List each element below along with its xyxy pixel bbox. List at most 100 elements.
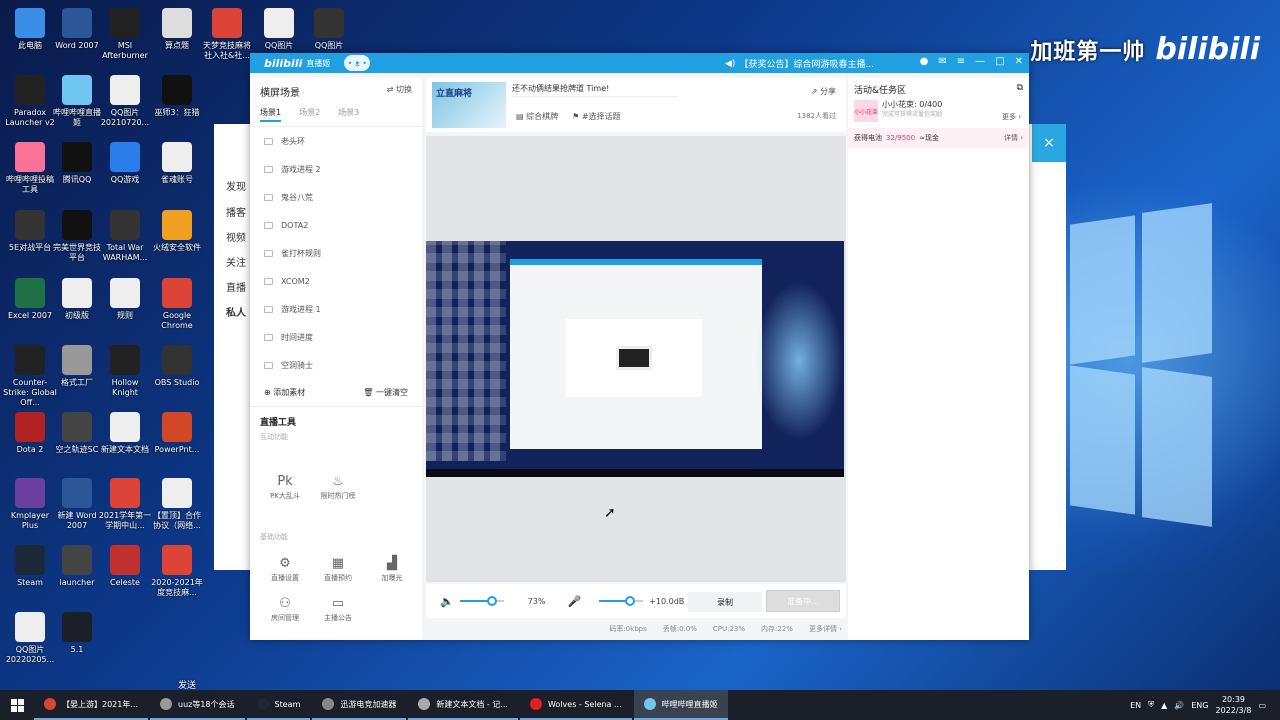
desktop-icon[interactable]: 新建文本文档 bbox=[98, 412, 152, 455]
volume-knob[interactable] bbox=[486, 596, 497, 606]
tab-scene-2[interactable]: 场景2 bbox=[299, 107, 320, 122]
desktop-icon[interactable]: 新建 Word 2007 bbox=[50, 478, 104, 531]
live-booking-button[interactable]: ▦ 直播预约 bbox=[313, 556, 363, 583]
taskbar-item[interactable]: 新建文本文档 - 记... bbox=[408, 690, 518, 720]
taskbar-item[interactable]: 哔哩哔哩直播姬 bbox=[633, 690, 728, 720]
ime-indicator[interactable]: EN bbox=[1130, 701, 1141, 710]
tab-scene-3[interactable]: 场景3 bbox=[338, 107, 359, 122]
desktop-icon[interactable]: 5.1 bbox=[50, 612, 104, 655]
switch-button[interactable]: ⇄ 切换 bbox=[387, 84, 412, 99]
desktop-icon[interactable]: Hollow Knight bbox=[98, 345, 152, 398]
scene-item[interactable]: DOTA2 bbox=[250, 211, 422, 239]
room-manage-button[interactable]: ⚇ 房间管理 bbox=[260, 596, 310, 623]
desktop-icon[interactable]: 巫师3：狂猎 bbox=[150, 75, 204, 118]
desktop-icon[interactable]: 天梦竞技麻将社入社&社... bbox=[200, 8, 254, 61]
notification-icon[interactable]: ▭ bbox=[1258, 701, 1266, 710]
desktop-icon[interactable]: QQ图片 20210720... bbox=[98, 75, 152, 128]
pk-button[interactable]: Pk PK大乱斗 bbox=[260, 474, 310, 501]
taskbar-item[interactable]: Steam bbox=[246, 690, 311, 720]
tab-scene-1[interactable]: 场景1 bbox=[260, 107, 282, 122]
desktop-icon[interactable]: Celeste bbox=[98, 545, 152, 588]
desktop-icon[interactable]: 腾讯QQ bbox=[50, 142, 104, 185]
desktop-icon[interactable]: QQ图片 20220205... bbox=[3, 612, 57, 665]
desktop-icon[interactable]: 算点题 bbox=[150, 8, 204, 51]
desktop-icon[interactable]: 2020-2021年度竞技麻... bbox=[150, 545, 204, 598]
desktop-icon[interactable]: 完美世界竞技平台 bbox=[50, 210, 104, 263]
task-item[interactable]: 小小花束 小小花束: 0/400 完成可获得流量包奖励 bbox=[854, 100, 1026, 126]
notice-button[interactable]: ▭ 主播公告 bbox=[313, 596, 363, 623]
desktop-icon[interactable]: 哔哩哔哩投稿工具 bbox=[3, 142, 57, 195]
expand-icon[interactable]: ⧉ bbox=[1017, 83, 1023, 96]
desktop-icon[interactable]: Total War WARHAM... bbox=[98, 210, 152, 263]
scene-item[interactable]: 时间进度 bbox=[250, 323, 422, 351]
room-title-input[interactable]: 还不动俩结果抢牌道 Time! bbox=[512, 83, 678, 97]
background-window-item[interactable]: 关注 bbox=[226, 254, 246, 269]
volume-slider[interactable] bbox=[459, 596, 504, 606]
category-button[interactable]: ▤ 综合棋牌 bbox=[516, 111, 558, 122]
live-settings-button[interactable]: ⚙ 直播设置 bbox=[260, 556, 310, 583]
hot-rank-button[interactable]: ♨ 限时热门榜 bbox=[313, 474, 363, 501]
room-cover[interactable]: 立直麻将 bbox=[432, 82, 506, 128]
desktop-icon[interactable]: Excel 2007 bbox=[3, 278, 57, 321]
desktop-icon[interactable]: 【置顶】合作协议（网络... bbox=[150, 478, 204, 531]
scene-item[interactable]: 游戏进程 2 bbox=[250, 155, 422, 183]
desktop-icon[interactable]: MSI Afterburner bbox=[98, 8, 152, 61]
mic-knob[interactable] bbox=[624, 596, 635, 606]
record-button[interactable]: 录制 bbox=[688, 592, 762, 612]
stream-preview[interactable] bbox=[426, 241, 844, 477]
speaker-icon[interactable]: 🔈 bbox=[440, 595, 454, 608]
desktop-icon[interactable]: 5E对战平台 bbox=[3, 210, 57, 253]
desktop-icon[interactable]: launcher bbox=[50, 545, 104, 588]
clear-all-button[interactable]: 🗑 一键清空 bbox=[363, 387, 408, 398]
menu-icon[interactable]: ≡ bbox=[957, 56, 965, 67]
desktop-icon[interactable]: Steam bbox=[3, 545, 57, 588]
scene-item[interactable]: 老头环 bbox=[250, 127, 422, 155]
more-link[interactable]: 更多 › bbox=[1002, 112, 1021, 122]
add-source-button[interactable]: ⊕ 添加素材 bbox=[264, 387, 305, 398]
desktop-icon[interactable]: 此电脑 bbox=[3, 8, 57, 51]
minimize-icon[interactable]: — bbox=[975, 56, 985, 67]
desktop-icon[interactable]: QQ图片 bbox=[302, 8, 356, 51]
clock[interactable]: 20:39 2022/3/8 bbox=[1216, 694, 1252, 716]
desktop-icon[interactable]: 哔哩哔哩直播姬 bbox=[50, 75, 104, 128]
close-icon[interactable]: ✕ bbox=[1015, 56, 1023, 67]
scene-item[interactable]: 鬼谷八荒 bbox=[250, 183, 422, 211]
background-window-item[interactable]: 发现 bbox=[226, 178, 246, 193]
desktop-icon[interactable]: QQ游戏 bbox=[98, 142, 152, 185]
taskbar-item[interactable]: 迅游电竞加速器 bbox=[312, 690, 407, 720]
network-icon[interactable]: ▲ bbox=[1161, 701, 1167, 710]
start-button[interactable] bbox=[0, 690, 34, 720]
desktop-icon[interactable]: 雀魂账号 bbox=[150, 142, 204, 185]
background-window-item[interactable]: 私人 bbox=[226, 304, 246, 319]
desktop-icon[interactable]: Word 2007 bbox=[50, 8, 104, 51]
desktop-icon[interactable]: Paradox Launcher v2 bbox=[3, 75, 57, 128]
taskbar-item[interactable]: 【晏上游】2021年... bbox=[34, 690, 148, 720]
boost-button[interactable]: ▟ 加曝光 bbox=[367, 556, 417, 583]
mic-slider[interactable] bbox=[599, 596, 644, 606]
taskbar-item[interactable]: Wolves - Selena ... bbox=[519, 690, 632, 720]
desktop-icon[interactable]: 空之轨迹SC bbox=[50, 412, 104, 455]
avatar-icon[interactable]: ● bbox=[920, 56, 929, 67]
scene-item[interactable]: 雀打杯规则 bbox=[250, 239, 422, 267]
shield-icon[interactable]: ⛨ bbox=[1148, 700, 1154, 710]
volume-tray-icon[interactable]: 🔊 bbox=[1174, 701, 1184, 710]
topic-button[interactable]: ⚑ #选择话题 bbox=[572, 111, 620, 122]
desktop-icon[interactable]: 规则 bbox=[98, 278, 152, 321]
taskbar-item[interactable]: uuz等18个会话 bbox=[150, 690, 245, 720]
start-live-button[interactable]: 准备中... bbox=[766, 590, 840, 612]
mail-icon[interactable]: ✉ bbox=[938, 56, 946, 67]
close-icon[interactable]: × bbox=[1032, 124, 1066, 162]
desktop-icon[interactable]: QQ图片 bbox=[252, 8, 306, 51]
desktop-icon[interactable]: OBS Studio bbox=[150, 345, 204, 388]
desktop-icon[interactable]: 格式工厂 bbox=[50, 345, 104, 388]
microphone-icon[interactable]: 🎤 bbox=[567, 595, 581, 608]
scene-item[interactable]: XCOM2 bbox=[250, 267, 422, 295]
background-window-item[interactable]: 视频 bbox=[226, 229, 246, 244]
background-window-item[interactable]: 播客 bbox=[226, 204, 246, 219]
desktop-icon[interactable]: 2021学年第一学期中山... bbox=[98, 478, 152, 531]
scene-item[interactable]: 游戏进程 1 bbox=[250, 295, 422, 323]
desktop-icon[interactable]: 初级版 bbox=[50, 278, 104, 321]
background-window-item[interactable]: 直播 bbox=[226, 279, 246, 294]
announcement[interactable]: ◀) 【获奖公告】综合网游吸春主播... bbox=[725, 57, 874, 71]
desktop-icon[interactable]: PowerPnt... bbox=[150, 412, 204, 455]
